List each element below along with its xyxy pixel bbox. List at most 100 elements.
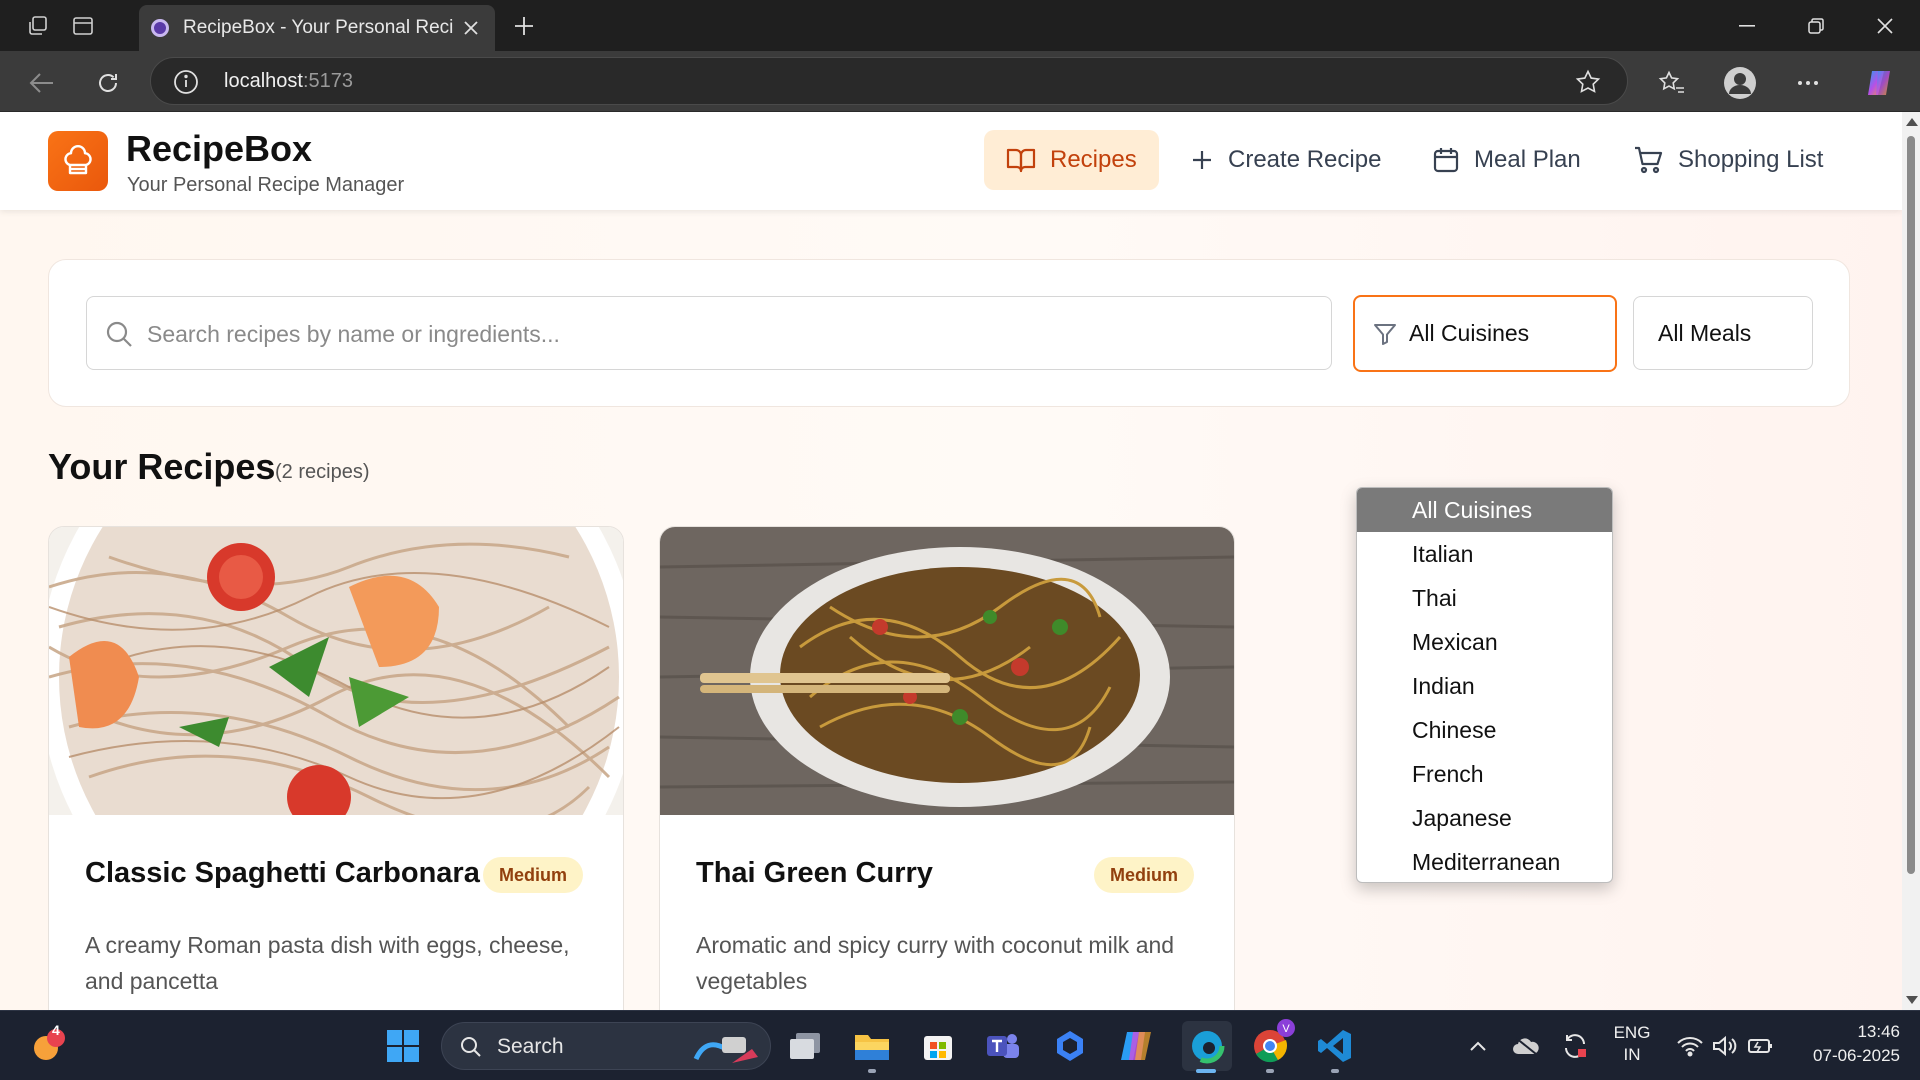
clock[interactable]: 13:46 07-06-2025 — [1780, 1022, 1900, 1066]
recipe-title: Classic Spaghetti Carbonara — [85, 857, 480, 889]
onedrive-icon[interactable] — [1506, 1026, 1546, 1066]
file-explorer-icon[interactable] — [852, 1026, 892, 1066]
brand-tagline: Your Personal Recipe Manager — [127, 174, 405, 196]
nav-create-recipe[interactable]: Create Recipe — [1168, 130, 1403, 190]
refresh-icon[interactable] — [90, 65, 126, 101]
cuisine-option[interactable]: All Cuisines — [1357, 488, 1612, 532]
nav-shopping-list[interactable]: Shopping List — [1612, 130, 1845, 190]
meal-select[interactable]: All Meals — [1633, 296, 1813, 370]
workspaces-icon[interactable] — [22, 10, 54, 42]
search-icon — [106, 321, 132, 347]
language-indicator[interactable]: ENG IN — [1604, 1023, 1660, 1065]
copilot-icon[interactable] — [1862, 65, 1898, 101]
search-highlight-icon — [693, 1037, 758, 1063]
cuisine-option[interactable]: Thai — [1357, 576, 1612, 620]
nav-create-label: Create Recipe — [1228, 146, 1382, 173]
recipe-description: Aromatic and spicy curry with coconut mi… — [696, 932, 1175, 994]
cuisine-option[interactable]: Mediterranean — [1357, 840, 1612, 882]
active-indicator — [1196, 1069, 1216, 1073]
restore-icon[interactable] — [1793, 8, 1839, 44]
clock-time: 13:46 — [1857, 1022, 1900, 1041]
volume-icon[interactable] — [1705, 1026, 1745, 1066]
recipe-card[interactable]: Classic Spaghetti Carbonara Medium A cre… — [48, 526, 624, 1010]
recipe-card[interactable]: Thai Green Curry Medium Aromatic and spi… — [659, 526, 1235, 1010]
cuisine-select-value: All Cuisines — [1409, 320, 1530, 346]
chrome-icon[interactable]: V — [1250, 1019, 1295, 1066]
favicon-icon — [151, 19, 169, 37]
browser-tab-bar: RecipeBox - Your Personal Recipe — [0, 0, 1920, 51]
running-indicator — [1331, 1069, 1339, 1073]
new-tab-icon[interactable] — [508, 10, 540, 42]
start-icon[interactable] — [383, 1026, 423, 1066]
favorites-icon[interactable] — [1654, 65, 1690, 101]
minimize-icon[interactable] — [1724, 8, 1770, 44]
scroll-up-icon[interactable] — [1906, 118, 1918, 126]
favorite-star-icon[interactable] — [1575, 69, 1601, 100]
scroll-thumb[interactable] — [1907, 136, 1915, 874]
meal-select-value: All Meals — [1658, 319, 1752, 346]
cuisine-option[interactable]: Italian — [1357, 532, 1612, 576]
task-view-icon[interactable] — [785, 1026, 825, 1066]
sync-icon[interactable] — [1555, 1026, 1595, 1066]
recipe-title: Thai Green Curry — [696, 857, 933, 889]
cuisine-option[interactable]: Chinese — [1357, 708, 1612, 752]
show-hidden-icons-chevron[interactable] — [1458, 1026, 1498, 1066]
vertical-tabs-icon[interactable] — [67, 10, 99, 42]
edge-icon[interactable] — [1182, 1021, 1232, 1071]
cart-icon — [1635, 146, 1663, 174]
clock-date: 07-06-2025 — [1813, 1046, 1900, 1065]
cuisine-option[interactable]: French — [1357, 752, 1612, 796]
brand-name: RecipeBox — [126, 128, 313, 169]
region-label: IN — [1623, 1045, 1641, 1064]
plus-icon — [1193, 151, 1211, 169]
taskbar-search[interactable]: Search — [441, 1022, 771, 1070]
cuisine-option[interactable]: Japanese — [1357, 796, 1612, 840]
search-box[interactable] — [86, 296, 1332, 370]
store-icon[interactable] — [918, 1026, 958, 1066]
more-menu-icon[interactable] — [1790, 65, 1826, 101]
page-scrollbar[interactable] — [1902, 112, 1920, 1010]
cuisine-option[interactable]: Indian — [1357, 664, 1612, 708]
profile-avatar-icon[interactable] — [1722, 65, 1758, 101]
scroll-down-icon[interactable] — [1906, 996, 1918, 1004]
vscode-icon[interactable] — [1315, 1026, 1355, 1066]
close-tab-icon[interactable] — [459, 16, 483, 40]
language-label: ENG — [1613, 1023, 1651, 1042]
calendar-icon — [1433, 148, 1459, 173]
address-toolbar: localhost:5173 — [0, 51, 1920, 112]
app-header: RecipeBox Your Personal Recipe Manager R… — [0, 112, 1902, 210]
weather-widget-icon[interactable]: 4 — [28, 1022, 68, 1066]
cuisine-dropdown-list: All Cuisines Italian Thai Mexican Indian… — [1356, 487, 1613, 883]
copilot-app-icon[interactable] — [1050, 1026, 1090, 1066]
recipe-count: (2 recipes) — [275, 461, 370, 483]
copilot-icon[interactable] — [1116, 1026, 1156, 1066]
close-window-icon[interactable] — [1862, 8, 1908, 44]
taskbar: 4 Search V ENG IN 13:46 07-06-2025 — [0, 1010, 1920, 1080]
nav-recipes-label: Recipes — [1050, 146, 1137, 173]
nav-meal-plan[interactable]: Meal Plan — [1410, 130, 1603, 190]
battery-icon[interactable] — [1741, 1026, 1781, 1066]
active-tab[interactable]: RecipeBox - Your Personal Recipe — [139, 5, 495, 51]
site-info-icon[interactable] — [173, 69, 199, 100]
search-icon — [461, 1037, 481, 1057]
wifi-icon[interactable] — [1670, 1026, 1710, 1066]
search-input[interactable] — [147, 315, 1307, 353]
nav-recipes[interactable]: Recipes — [984, 130, 1159, 190]
nav-meal-plan-label: Meal Plan — [1474, 146, 1581, 173]
recipe-image — [660, 527, 1234, 815]
nav-shopping-label: Shopping List — [1678, 146, 1824, 173]
page-viewport: RecipeBox Your Personal Recipe Manager R… — [0, 112, 1902, 1010]
cuisine-option[interactable]: Mexican — [1357, 620, 1612, 664]
difficulty-badge: Medium — [1094, 857, 1195, 893]
cuisine-select[interactable]: All Cuisines — [1353, 295, 1617, 372]
chef-hat-logo-icon[interactable] — [48, 131, 108, 191]
section-title: Your Recipes — [48, 446, 276, 487]
running-indicator — [868, 1069, 876, 1073]
url-bar[interactable]: localhost:5173 — [150, 57, 1628, 105]
url-text: localhost:5173 — [224, 70, 353, 92]
back-icon[interactable] — [24, 65, 60, 101]
recipe-description: A creamy Roman pasta dish with eggs, che… — [85, 932, 570, 994]
recipe-image — [49, 527, 623, 815]
teams-icon[interactable] — [983, 1026, 1023, 1066]
filter-card: All Cuisines All Meals — [48, 259, 1850, 407]
